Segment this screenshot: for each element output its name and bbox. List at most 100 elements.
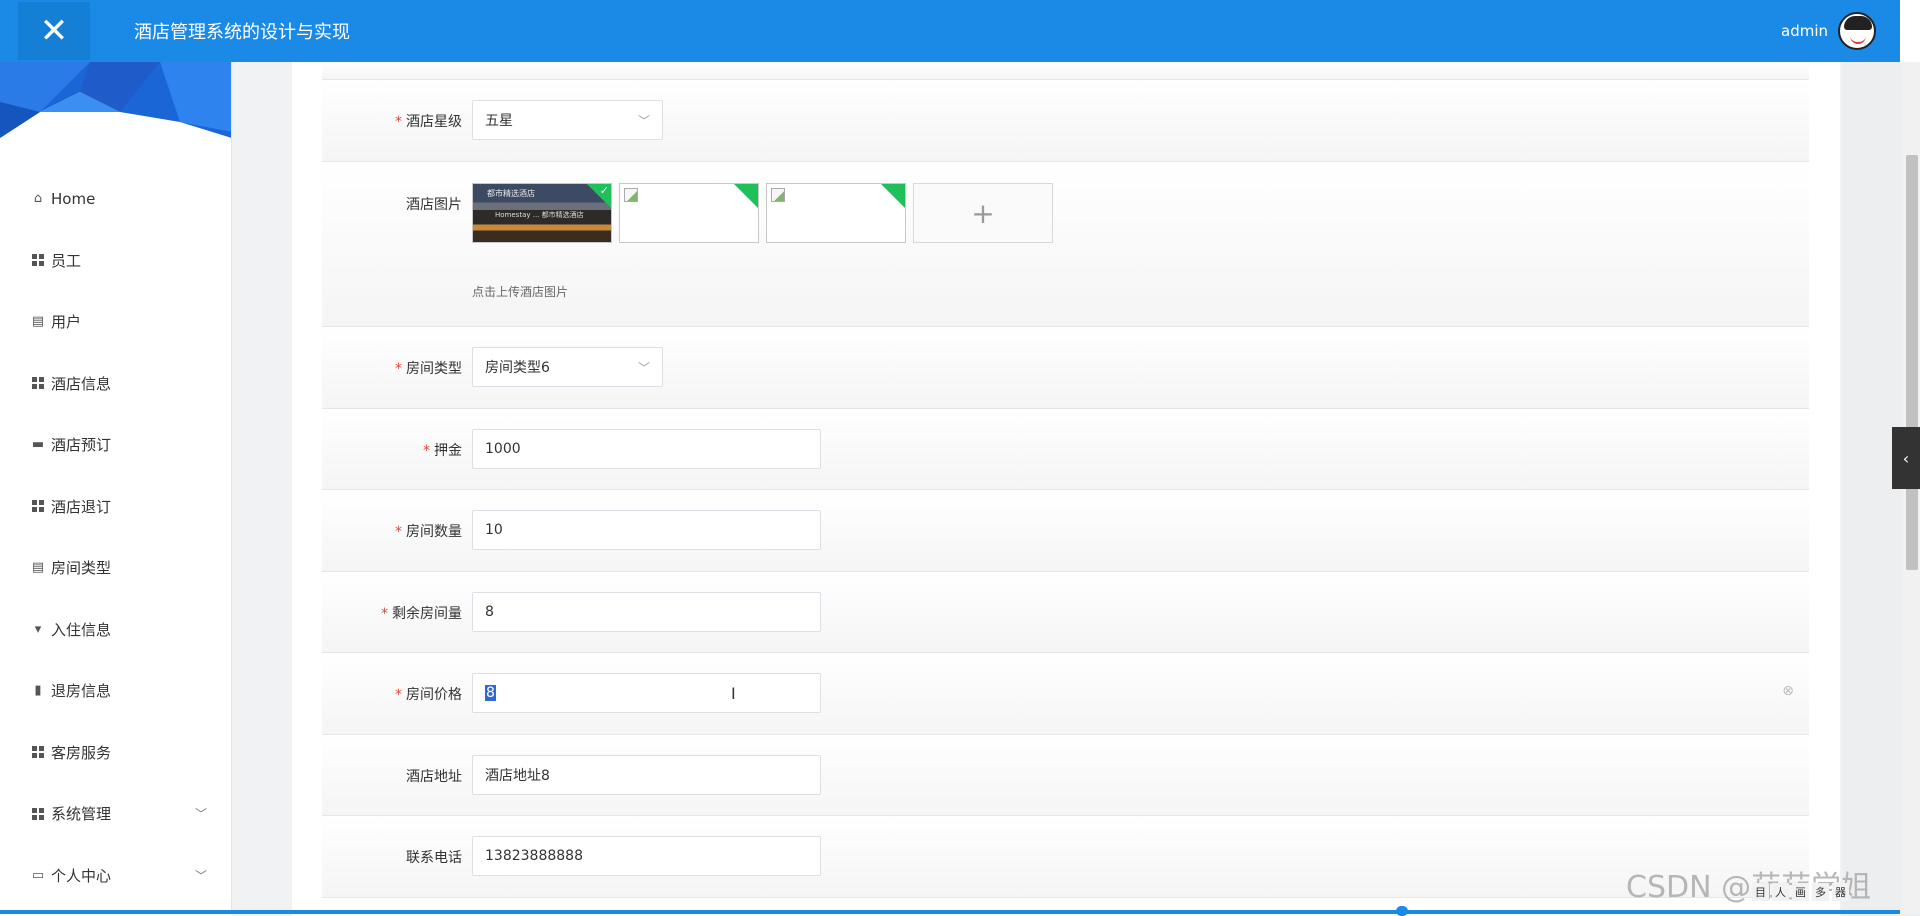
form-row-deposit: * 押金 1000 — [322, 409, 1809, 490]
system-tray: 目 人 画 多 器 — [1752, 880, 1849, 904]
form-row-images: 酒店图片 都市精选酒店 Homestay ... 都市精选酒店 ✓ + 点击上传… — [322, 162, 1809, 327]
field-label: 酒店图片 — [406, 197, 462, 213]
tray-item[interactable]: 多 — [1812, 883, 1829, 901]
flag-icon: ▾ — [34, 621, 42, 637]
sidebar-item-label: 房间类型 — [51, 559, 112, 578]
form-row-star: * 酒店星级 五星 ﹀ — [322, 80, 1809, 162]
sidebar-item-label: 客房服务 — [51, 743, 112, 762]
address-input[interactable]: 酒店地址8 — [472, 755, 821, 795]
sidebar-item-room-service[interactable]: 客房服务 — [0, 722, 231, 784]
sidebar-menu: ⌂ Home 员工 ▤ 用户 酒店信息 ▬ 酒店预订 酒店退订 ▤ 房间类型 ▾ — [0, 168, 231, 906]
sidebar-item-label: 酒店预订 — [51, 436, 112, 455]
field-label: 酒店地址 — [406, 769, 462, 785]
sidebar-item-checkout[interactable]: ▮ 退房信息 — [0, 660, 231, 722]
sidebar-item-label: 个人中心 — [51, 866, 112, 885]
form-row-remaining: * 剩余房间量 8 — [322, 572, 1809, 653]
tray-item[interactable]: 画 — [1792, 883, 1809, 901]
grid-icon — [30, 375, 46, 391]
sidebar-item-label: Home — [51, 189, 96, 208]
clipboard-icon: ▤ — [31, 314, 45, 330]
scroll-handle[interactable] — [1396, 906, 1408, 916]
hotel-edit-form: * 酒店星级 五星 ﹀ 酒店图片 都市精选酒店 Homestay ... 都市精选… — [322, 62, 1809, 898]
sidebar-item-label: 员工 — [51, 251, 82, 270]
bar-chart-icon: ▮ — [34, 683, 42, 699]
monitor-icon: ▬ — [31, 437, 45, 453]
sidebar-item-hotel-cancel[interactable]: 酒店退订 — [0, 476, 231, 538]
upload-hint: 点击上传酒店图片 — [472, 285, 569, 299]
sidebar-item-room-type[interactable]: ▤ 房间类型 — [0, 537, 231, 599]
field-label: * 酒店星级 — [395, 114, 462, 130]
chevron-left-icon[interactable]: ‹ — [1892, 427, 1920, 489]
home-icon: ⌂ — [33, 191, 43, 207]
chevron-down-icon: ﹀ — [637, 360, 650, 375]
star-select[interactable]: 五星 ﹀ — [472, 100, 663, 140]
hotel-image-thumbnail[interactable] — [766, 183, 906, 243]
chevron-down-icon: ﹀ — [637, 113, 650, 128]
upload-success-badge — [880, 184, 905, 209]
room-price-input[interactable]: 8 I — [472, 673, 821, 713]
grid-icon — [30, 498, 46, 514]
form-row-phone: 联系电话 13823888888 — [322, 816, 1809, 898]
sidebar-item-users[interactable]: ▤ 用户 — [0, 291, 231, 353]
field-label: * 房间数量 — [395, 524, 462, 540]
tray-item[interactable]: 人 — [1772, 883, 1789, 901]
sidebar-item-label: 系统管理 — [51, 805, 112, 824]
banner-graphic — [0, 62, 231, 138]
grid-icon — [30, 806, 46, 822]
sidebar-item-staff[interactable]: 员工 — [0, 230, 231, 292]
remaining-rooms-input[interactable]: 8 — [472, 592, 821, 632]
sidebar-item-system[interactable]: 系统管理 ﹀ — [0, 783, 231, 845]
app-title: 酒店管理系统的设计与实现 — [134, 22, 350, 43]
broken-image-icon — [624, 188, 638, 202]
sidebar-item-label: 退房信息 — [51, 682, 112, 701]
form-row-room-type: * 房间类型 房间类型6 ﹀ — [322, 327, 1809, 409]
field-label: * 押金 — [423, 443, 462, 459]
hotel-image-thumbnail[interactable]: 都市精选酒店 Homestay ... 都市精选酒店 ✓ — [472, 183, 612, 243]
field-label: * 剩余房间量 — [381, 606, 462, 622]
form-row-room-count: * 房间数量 10 — [322, 490, 1809, 572]
selected-text: 8 — [485, 685, 496, 701]
room-type-select[interactable]: 房间类型6 ﹀ — [472, 347, 663, 387]
upload-image-button[interactable]: + — [913, 183, 1053, 243]
broken-image-icon — [771, 188, 785, 202]
sidebar-item-home[interactable]: ⌂ Home — [0, 168, 231, 230]
sidebar: ⌂ Home 员工 ▤ 用户 酒店信息 ▬ 酒店预订 酒店退订 ▤ 房间类型 ▾ — [0, 62, 232, 912]
sidebar-banner — [0, 62, 231, 138]
field-label: * 房间价格 — [395, 687, 462, 703]
card-icon: ▭ — [31, 867, 45, 883]
phone-input[interactable]: 13823888888 — [472, 836, 821, 876]
chevron-down-icon[interactable]: ﹀ — [195, 805, 207, 822]
tray-item[interactable]: 器 — [1832, 883, 1849, 901]
field-label: 联系电话 — [406, 850, 462, 866]
top-header: ✕ 酒店管理系统的设计与实现 admin — [0, 0, 1900, 62]
tray-item[interactable]: 目 — [1752, 883, 1769, 901]
form-row-address: 酒店地址 酒店地址8 — [322, 735, 1809, 816]
sidebar-item-checkin[interactable]: ▾ 入住信息 — [0, 599, 231, 661]
scrollbar-thumb[interactable] — [1906, 155, 1918, 570]
sidebar-item-label: 酒店退订 — [51, 497, 112, 516]
check-icon: ✓ — [599, 184, 609, 197]
close-icon[interactable]: ✕ — [18, 2, 90, 60]
avatar[interactable] — [1838, 12, 1876, 50]
sidebar-item-hotel-info[interactable]: 酒店信息 — [0, 353, 231, 415]
username[interactable]: admin — [1781, 22, 1828, 40]
deposit-input[interactable]: 1000 — [472, 429, 821, 469]
hotel-image-thumbnail[interactable] — [619, 183, 759, 243]
horizontal-scrollbar[interactable] — [0, 910, 1900, 914]
text-cursor-icon: I — [731, 684, 736, 703]
clear-icon[interactable]: ⊗ — [1782, 683, 1794, 699]
sidebar-item-profile[interactable]: ▭ 个人中心 ﹀ — [0, 845, 231, 907]
form-row-top — [322, 62, 1809, 80]
sidebar-item-label: 用户 — [51, 313, 82, 332]
user-menu[interactable]: admin — [1781, 0, 1876, 62]
upload-success-badge — [733, 184, 758, 209]
sidebar-item-label: 酒店信息 — [51, 374, 112, 393]
sidebar-item-label: 入住信息 — [51, 620, 112, 639]
clipboard-icon: ▤ — [31, 560, 45, 576]
field-label: * 房间类型 — [395, 361, 462, 377]
chevron-down-icon[interactable]: ﹀ — [195, 867, 207, 884]
grid-icon — [30, 744, 46, 760]
sidebar-item-hotel-booking[interactable]: ▬ 酒店预订 — [0, 414, 231, 476]
room-count-input[interactable]: 10 — [472, 510, 821, 550]
form-row-price: * 房间价格 8 I ⊗ — [322, 653, 1809, 735]
